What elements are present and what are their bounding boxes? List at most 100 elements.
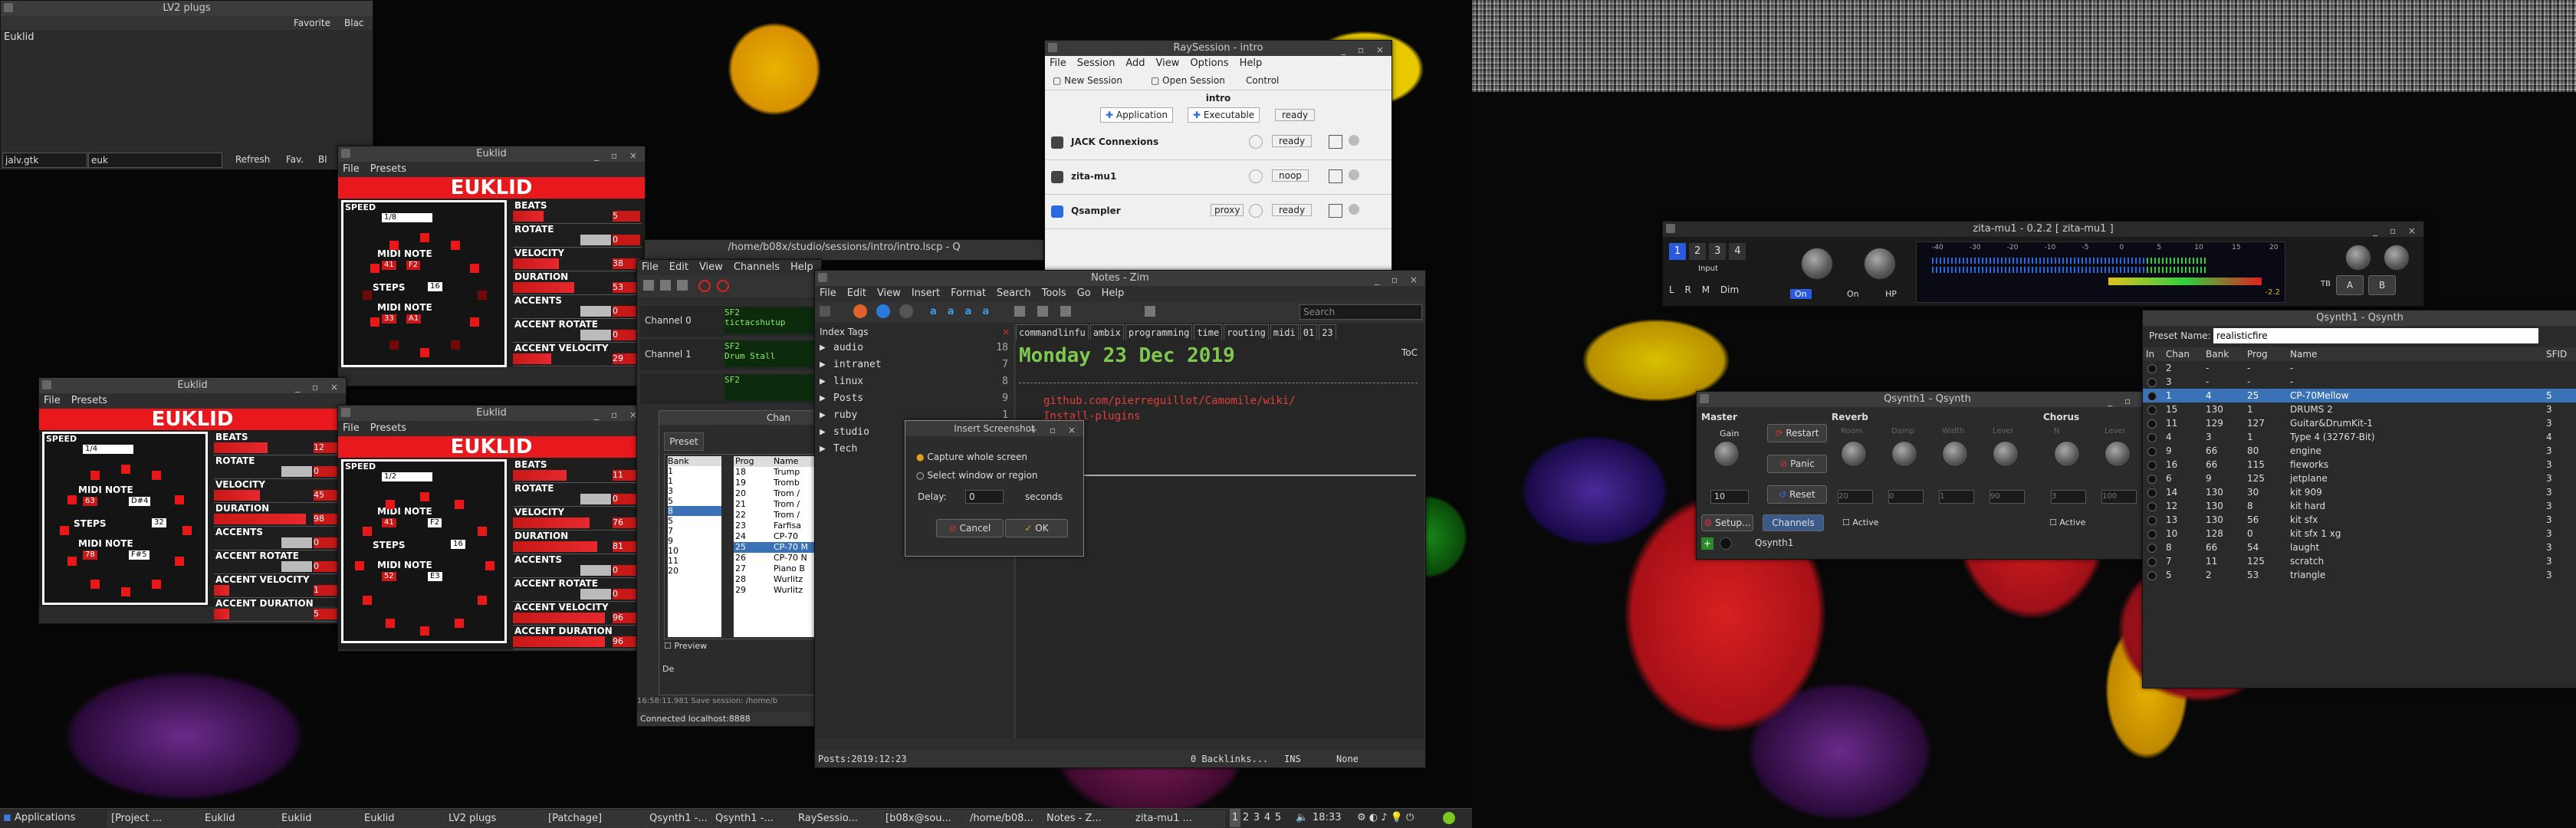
format-icons[interactable]: aaaa [930, 306, 1000, 317]
index-item[interactable]: ▶ intranet 7 [815, 356, 1014, 373]
program-item[interactable]: 25 CP-70 M [734, 542, 820, 553]
back-icon[interactable] [876, 304, 890, 318]
speed-slider[interactable]: 1/4 [83, 445, 133, 454]
tag-chip[interactable]: time [1194, 324, 1223, 340]
step-dot[interactable] [389, 241, 399, 250]
task-button[interactable]: Notes - Z... [1043, 810, 1133, 827]
volume-icon[interactable]: 🔈 [1296, 809, 1308, 827]
tag-chip[interactable]: midi [1270, 324, 1299, 340]
chorus-knob[interactable] [2104, 441, 2131, 467]
menu-presets[interactable]: Presets [370, 163, 406, 175]
accent-rotate-slider[interactable] [580, 330, 611, 340]
restart-button[interactable]: ⟳ Restart [1767, 424, 1827, 442]
header-name[interactable]: Name [2290, 347, 2317, 361]
step-dot[interactable] [386, 500, 395, 509]
table-row[interactable]: 2 - - - [2143, 361, 2576, 375]
dialog-controls[interactable]: + ▫ × [1030, 422, 1080, 438]
client-stop-button[interactable] [1249, 204, 1263, 218]
index-item[interactable]: ▶ audio 18 [815, 340, 1014, 356]
step-dot[interactable] [420, 233, 429, 242]
task-button[interactable]: [Project ... [107, 810, 202, 827]
control-menu[interactable]: Control [1246, 71, 1279, 90]
menu-view[interactable]: View [1156, 58, 1180, 69]
midi-note-2-value[interactable]: 78 [83, 550, 97, 560]
tag-chip[interactable]: routing [1224, 324, 1269, 340]
midi-note-2-value[interactable]: 33 [382, 314, 396, 324]
reverb-spinbox[interactable]: 1 [1939, 490, 1974, 504]
bank-item[interactable]: 3 [668, 486, 721, 496]
attach-icon[interactable] [1060, 306, 1071, 317]
table-row[interactable]: 14 130 30 kit 909 3 [2143, 485, 2576, 499]
client-close-icon[interactable] [1349, 169, 1359, 180]
talkback-level-knob[interactable] [2384, 245, 2410, 271]
chorus-knob[interactable] [2054, 441, 2080, 467]
table-row[interactable]: 4 3 1 Type 4 (32767-Bit) 4 [2143, 430, 2576, 444]
accent-rotate-slider[interactable] [580, 589, 611, 600]
mode-r-button[interactable]: R [1685, 284, 1691, 295]
spellcheck-icon[interactable] [1145, 306, 1155, 317]
home-icon[interactable] [853, 304, 867, 318]
plugin-list-item[interactable]: Euklid [1, 30, 373, 44]
mode-l-button[interactable]: L [1669, 284, 1674, 295]
program-item[interactable]: 21 Trom / [734, 499, 820, 510]
expander-icon[interactable]: ▶ [820, 373, 826, 390]
step-dot[interactable] [67, 557, 77, 566]
accent-duration-slider[interactable] [214, 609, 229, 619]
window-controls[interactable]: _ ▫ × [1375, 272, 1422, 288]
pane-icon[interactable] [820, 306, 830, 317]
update-icon[interactable] [1443, 812, 1455, 824]
bank-item[interactable]: 5 [668, 516, 721, 526]
preview-checkbox[interactable]: ☐ Preview [664, 641, 707, 651]
step-dot[interactable] [363, 291, 372, 300]
menu-tools[interactable]: Tools [1042, 288, 1066, 299]
menu-view[interactable]: View [877, 288, 901, 299]
sequencer-circle[interactable]: SPEED 1/4 MIDI NOTE 63 D#4 STEPS 32 MIDI… [42, 432, 208, 605]
add-engine-icon[interactable]: + [1701, 537, 1714, 550]
rotate-value[interactable]: 0 [613, 235, 640, 245]
step-dot[interactable] [363, 527, 372, 536]
tag-chip[interactable]: 23 [1319, 324, 1336, 340]
ok-button[interactable]: ✓ OK [1005, 519, 1068, 537]
step-dot[interactable] [60, 526, 69, 535]
talkback-b-button[interactable]: B [2368, 275, 2396, 295]
sequencer-circle[interactable]: SPEED 1/8 MIDI NOTE 41 F2 STEPS 16 MIDI … [341, 200, 507, 367]
accents-slider[interactable] [281, 537, 312, 548]
program-item[interactable]: 28 Wurlitz [734, 574, 820, 585]
table-row[interactable]: 1 4 25 CP-70Mellow 5 [2143, 389, 2576, 402]
preset-name-combo[interactable]: realisticfire [2213, 328, 2538, 343]
monitor-on-button[interactable]: On [1790, 289, 1812, 299]
expander-icon[interactable]: ▶ [820, 441, 826, 458]
task-button[interactable]: Qsynth1 -... [646, 810, 713, 827]
window-controls[interactable]: _ ▫ × [2373, 223, 2420, 238]
client-save-icon[interactable] [1329, 169, 1342, 183]
page-link[interactable]: github.com/pierreguillot/Camomile/wiki/ [1043, 395, 1296, 407]
reverb-knob[interactable] [1942, 441, 1968, 467]
input-2-button[interactable]: 2 [1689, 243, 1707, 260]
table-row[interactable]: 6 9 125 jetplane 3 [2143, 472, 2576, 485]
program-item[interactable]: 24 CP-70 [734, 531, 820, 542]
beats-slider[interactable] [513, 211, 544, 222]
refresh-button[interactable]: Refresh [235, 154, 270, 165]
step-dot[interactable] [455, 619, 464, 628]
step-dot[interactable] [451, 340, 460, 350]
step-dot[interactable] [420, 626, 429, 636]
header-chan[interactable]: Chan [2166, 347, 2190, 361]
menu-help[interactable]: Help [1240, 58, 1263, 69]
gain-knob[interactable] [1714, 441, 1740, 467]
client-stop-button[interactable] [1249, 135, 1263, 149]
power-icon[interactable] [717, 280, 729, 292]
column-blacklist[interactable]: Blac [344, 16, 364, 30]
mode-m-button[interactable]: M [1702, 284, 1710, 295]
step-dot[interactable] [121, 587, 130, 596]
beats-slider[interactable] [214, 442, 268, 453]
step-dot[interactable] [90, 471, 100, 480]
engine-tab[interactable]: Qsynth1 [1755, 537, 1793, 548]
menu-search[interactable]: Search [997, 288, 1031, 299]
forward-icon[interactable] [899, 304, 913, 318]
menu-file[interactable]: File [343, 163, 360, 175]
step-dot[interactable] [455, 500, 464, 509]
menu-options[interactable]: Options [1190, 58, 1228, 69]
search-input[interactable]: Search [1300, 304, 1422, 320]
chorus-active-checkbox[interactable]: ☐ Active [2049, 518, 2085, 527]
blacklist-button[interactable]: Bl [318, 154, 327, 165]
